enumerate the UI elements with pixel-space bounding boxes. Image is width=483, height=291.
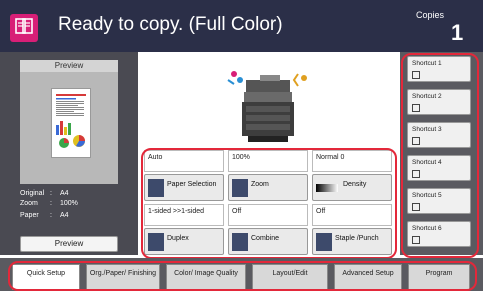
preview-button[interactable]: Preview — [20, 236, 118, 252]
preview-area — [20, 72, 118, 184]
preview-title: Preview — [20, 60, 118, 72]
home-icon — [14, 16, 34, 41]
preview-panel: Preview Original: A4 Zoom: 100% Paper … — [0, 52, 138, 255]
tabs-highlight — [8, 261, 477, 291]
document-thumbnail — [51, 88, 91, 158]
paper-info: Paper: A4 — [20, 212, 69, 219]
home-button[interactable] — [10, 14, 38, 42]
copies-count[interactable]: 1 — [451, 20, 463, 46]
original-info: Original: A4 — [20, 190, 69, 197]
shortcuts-highlight — [401, 53, 479, 258]
header-bar: Ready to copy. (Full Color) Copies 1 — [0, 0, 483, 52]
machine-illustration — [220, 58, 320, 146]
zoom-info: Zoom:100% — [20, 200, 78, 207]
copies-label: Copies — [416, 10, 445, 20]
status-message: Ready to copy. (Full Color) — [58, 14, 283, 35]
functions-highlight — [141, 148, 397, 259]
